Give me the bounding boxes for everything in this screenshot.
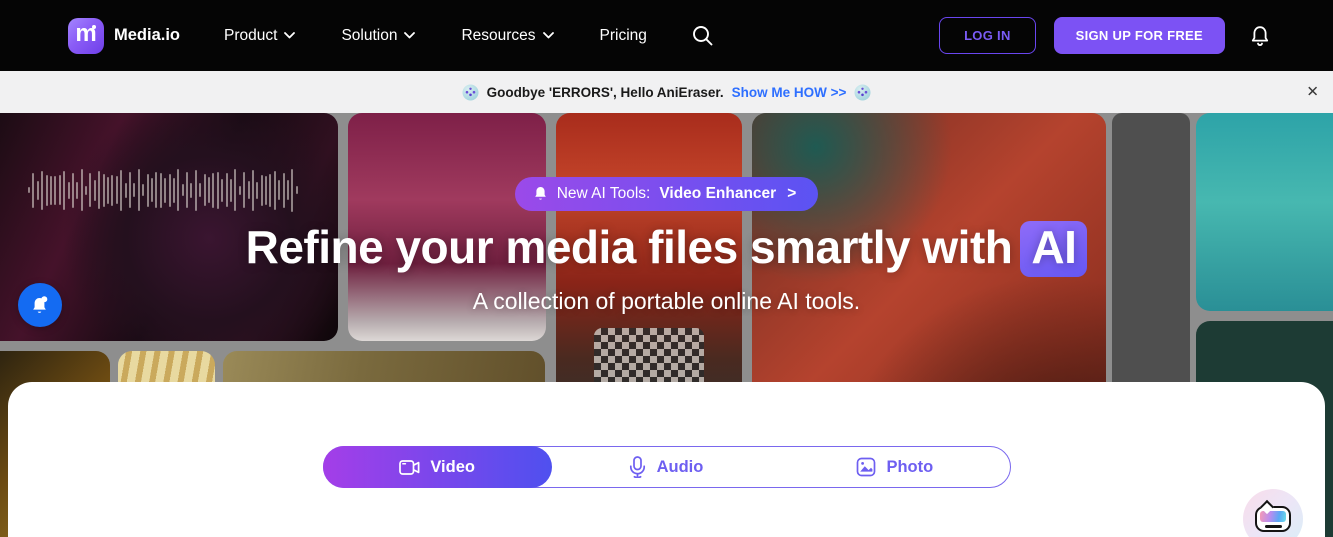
nav-item-label: Solution: [341, 27, 397, 45]
notification-bell-icon[interactable]: [18, 283, 62, 327]
badge-highlight: Video Enhancer: [659, 185, 776, 203]
sign-up-button[interactable]: SIGN UP FOR FREE: [1054, 17, 1225, 54]
media-io-logo-icon: m: [68, 18, 104, 54]
top-navbar: m Media.io Product Solution Resources Pr…: [0, 0, 1333, 71]
badge-prefix: New AI Tools:: [557, 185, 651, 203]
photo-icon: [856, 457, 876, 477]
nav-item-pricing[interactable]: Pricing: [600, 27, 647, 45]
brand-logo[interactable]: m Media.io: [68, 18, 180, 54]
tab-label: Video: [430, 458, 475, 477]
tab-label: Photo: [886, 458, 933, 477]
page-title: Refine your media files smartly withAI: [246, 220, 1088, 277]
badge-bell-icon: [533, 186, 548, 203]
anieraser-emoji-icon: [462, 84, 479, 101]
banner-link[interactable]: Show Me HOW >>: [732, 85, 847, 100]
badge-arrow: >: [787, 185, 796, 203]
log-in-button[interactable]: LOG IN: [939, 17, 1036, 54]
nav-item-solution[interactable]: Solution: [341, 27, 415, 45]
chevron-down-icon: [543, 32, 554, 39]
close-icon[interactable]: ✕: [1306, 85, 1319, 100]
tools-card: Video Audio Photo: [8, 382, 1325, 537]
nav-item-label: Pricing: [600, 27, 647, 45]
nav-item-product[interactable]: Product: [224, 27, 295, 45]
nav-item-label: Product: [224, 27, 277, 45]
ai-highlight: AI: [1020, 221, 1087, 277]
search-icon[interactable]: [691, 24, 714, 47]
announcement-banner: Goodbye 'ERRORS', Hello AniEraser. Show …: [0, 71, 1333, 113]
chat-bubble-icon: [1255, 506, 1291, 532]
video-camera-icon: [399, 459, 420, 476]
bell-icon[interactable]: [1249, 24, 1271, 48]
tab-video[interactable]: Video: [323, 446, 552, 488]
chevron-down-icon: [284, 32, 295, 39]
nav-item-resources[interactable]: Resources: [461, 27, 553, 45]
media-type-tab-bar: Video Audio Photo: [323, 446, 1011, 488]
microphone-icon: [628, 456, 647, 478]
anieraser-emoji-icon: [854, 84, 871, 101]
brand-name: Media.io: [114, 26, 180, 45]
new-ai-tools-badge[interactable]: New AI Tools: Video Enhancer >: [515, 177, 819, 211]
tab-photo[interactable]: Photo: [780, 447, 1009, 487]
hero-content: New AI Tools: Video Enhancer > Refine yo…: [0, 177, 1333, 315]
banner-message: Goodbye 'ERRORS', Hello AniEraser.: [487, 85, 724, 100]
nav-links: Product Solution Resources Pricing: [224, 27, 647, 45]
page-subtitle: A collection of portable online AI tools…: [473, 288, 860, 315]
tab-audio[interactable]: Audio: [551, 447, 780, 487]
tab-label: Audio: [657, 458, 704, 477]
nav-item-label: Resources: [461, 27, 535, 45]
chevron-down-icon: [404, 32, 415, 39]
